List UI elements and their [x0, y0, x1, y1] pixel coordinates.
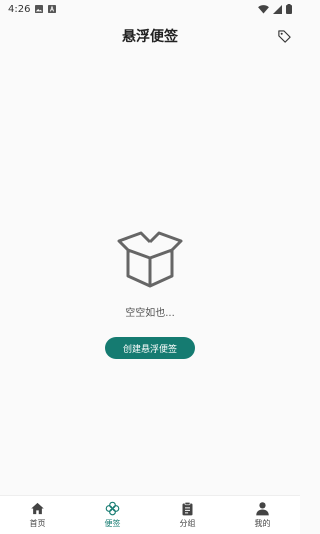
person-icon: [256, 502, 269, 516]
note-flower-icon: [105, 501, 120, 516]
nav-label-notes: 便签: [104, 519, 121, 528]
font-notification-icon: [48, 5, 57, 13]
status-bar: 4:26: [0, 0, 300, 18]
nav-label-profile: 我的: [254, 519, 271, 528]
empty-state: 空空如也... 创建悬浮便签: [0, 228, 300, 359]
status-right: [258, 4, 292, 14]
home-icon: [31, 502, 44, 515]
empty-message: 空空如也...: [125, 308, 175, 319]
tag-icon: [277, 29, 291, 43]
nav-label-groups: 分组: [179, 519, 196, 528]
status-time: 4:26: [8, 3, 31, 15]
image-notification-icon: [35, 5, 44, 13]
nav-label-home: 首页: [29, 519, 46, 528]
tag-button[interactable]: [274, 26, 294, 46]
signal-icon: [273, 4, 282, 14]
nav-item-home[interactable]: 首页: [0, 496, 75, 534]
create-floating-note-button[interactable]: 创建悬浮便签: [105, 337, 195, 359]
nav-item-groups[interactable]: 分组: [150, 496, 225, 534]
clipboard-icon: [182, 501, 193, 516]
app-header: 悬浮便签: [0, 22, 300, 50]
status-left: 4:26: [8, 3, 57, 15]
battery-icon: [286, 4, 292, 14]
nav-item-notes[interactable]: 便签: [75, 496, 150, 534]
page-title: 悬浮便签: [122, 29, 178, 45]
bottom-nav: 首页 便签 分组 我的: [0, 495, 300, 534]
nav-item-profile[interactable]: 我的: [225, 496, 300, 534]
wifi-icon: [258, 4, 269, 14]
empty-box-icon: [117, 231, 183, 288]
